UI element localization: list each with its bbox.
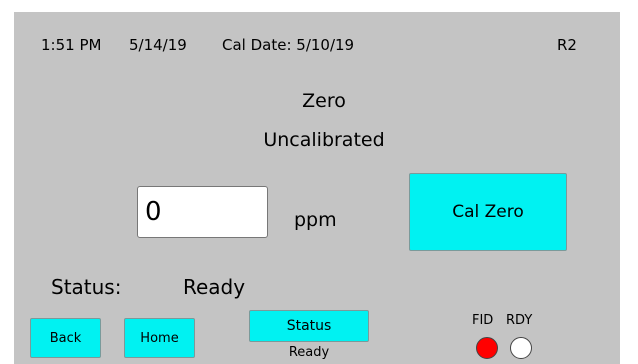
status-button-subtext: Ready [288, 345, 330, 360]
rdy-indicator-label: RDY [506, 313, 533, 328]
cal-zero-button[interactable]: Cal Zero [409, 173, 567, 251]
fid-indicator-label: FID [472, 313, 494, 328]
back-button[interactable]: Back [30, 318, 101, 358]
home-button[interactable]: Home [124, 318, 195, 358]
fid-indicator-light [476, 337, 498, 359]
zero-value-field[interactable]: 0 [137, 186, 268, 238]
header-date: 5/14/19 [129, 36, 187, 54]
rdy-indicator-light [510, 337, 532, 359]
status-value: Ready [183, 275, 246, 299]
instrument-screen: 1:51 PM 5/14/19 Cal Date: 5/10/19 R2 Zer… [14, 12, 620, 364]
header-time: 1:51 PM [41, 36, 102, 54]
units-label: ppm [294, 209, 337, 231]
page-title: Zero [302, 90, 346, 112]
status-button[interactable]: Status [249, 310, 369, 342]
header-cal-date: Cal Date: 5/10/19 [222, 36, 355, 54]
status-label: Status: [51, 275, 122, 299]
header-revision: R2 [557, 36, 577, 54]
calibration-state: Uncalibrated [263, 129, 385, 151]
